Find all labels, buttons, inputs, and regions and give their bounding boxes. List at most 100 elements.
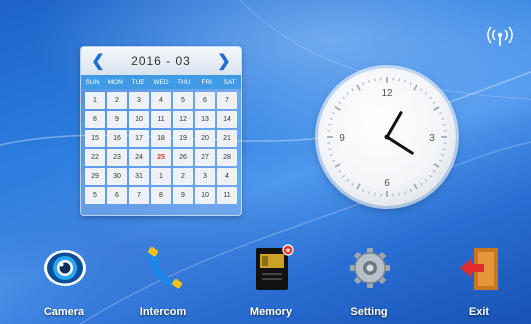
clock-tick xyxy=(424,92,428,95)
dock-label: Intercom xyxy=(139,306,187,318)
calendar-day[interactable]: 19 xyxy=(173,130,193,147)
calendar-day[interactable]: 22 xyxy=(85,149,105,166)
calendar-day-today[interactable]: 25 xyxy=(151,149,171,166)
dock-label: Memory xyxy=(249,306,293,318)
calendar-day[interactable]: 8 xyxy=(85,111,105,128)
clock-tick xyxy=(362,188,365,192)
calendar-day[interactable]: 7 xyxy=(129,187,149,204)
clock-tick xyxy=(409,188,412,192)
calendar-day[interactable]: 15 xyxy=(85,130,105,147)
weekday-label: SAT xyxy=(223,78,236,86)
calendar-day[interactable]: 1 xyxy=(151,168,171,185)
calendar-day[interactable]: 4 xyxy=(151,92,171,109)
calendar-day[interactable]: 5 xyxy=(85,187,105,204)
clock-numeral: 12 xyxy=(381,88,393,99)
clock-tick xyxy=(351,88,354,92)
weekday-label: MON xyxy=(107,78,123,86)
calendar-day[interactable]: 29 xyxy=(85,168,105,185)
weekday-label: FRI xyxy=(201,78,212,86)
dock-label: Exit xyxy=(468,306,490,318)
calendar-day[interactable]: 18 xyxy=(151,130,171,147)
calendar-day[interactable]: 9 xyxy=(107,111,127,128)
clock-tick xyxy=(442,124,446,126)
clock-tick xyxy=(398,192,400,196)
calendar-day[interactable]: 24 xyxy=(129,149,149,166)
calendar-day[interactable]: 13 xyxy=(195,111,215,128)
phone-handset-icon xyxy=(142,244,186,292)
clock-tick xyxy=(334,163,341,168)
app-dock: Camera Intercom ★ Memory Setting Exit xyxy=(0,240,531,324)
clock-tick xyxy=(328,148,332,150)
calendar-day[interactable]: 2 xyxy=(107,92,127,109)
calendar-day[interactable]: 12 xyxy=(173,111,193,128)
calendar-day[interactable]: 31 xyxy=(129,168,149,185)
chevron-left-icon[interactable]: ❮ xyxy=(91,51,105,71)
dock-item-intercom[interactable]: Intercom xyxy=(118,240,208,324)
calendar-day[interactable]: 9 xyxy=(173,187,193,204)
home-screen: ❮ 2016 - 03 ❯ SUN MON TUE WED THU FRI SAT 1234… xyxy=(0,0,531,324)
clock-tick xyxy=(374,192,376,196)
clock-tick xyxy=(342,174,345,178)
clock-tick xyxy=(404,191,406,195)
clock-tick xyxy=(432,170,436,173)
clock-tick xyxy=(433,106,440,111)
calendar-day[interactable]: 5 xyxy=(173,92,193,109)
clock-tick xyxy=(368,79,370,83)
calendar-day[interactable]: 7 xyxy=(217,92,237,109)
dock-item-exit[interactable]: Exit xyxy=(434,240,524,324)
calendar-day[interactable]: 28 xyxy=(217,149,237,166)
calendar-month-title: 2016 - 03 xyxy=(131,54,191,68)
calendar-day[interactable]: 11 xyxy=(217,187,237,204)
calendar-day[interactable]: 3 xyxy=(129,92,149,109)
calendar-day[interactable]: 8 xyxy=(151,187,171,204)
dock-item-setting[interactable]: Setting xyxy=(324,240,414,324)
dock-item-memory[interactable]: ★ Memory xyxy=(226,240,316,324)
calendar-date-grid: 1 2 3 4 5 6 7 8 9 10 11 12 13 14 15 16 17 18 19 20 21 22 23 24 2… xyxy=(81,89,241,207)
calendar-day[interactable]: 16 xyxy=(107,130,127,147)
clock-tick xyxy=(409,82,412,86)
calendar-day[interactable]: 11 xyxy=(151,111,171,128)
calendar-day[interactable]: 23 xyxy=(107,149,127,166)
calendar-day[interactable]: 6 xyxy=(195,92,215,109)
calendar-day[interactable]: 1 xyxy=(85,92,105,109)
clock-minute-hand xyxy=(385,111,403,139)
clock-tick xyxy=(420,182,423,186)
calendar-day[interactable]: 10 xyxy=(195,187,215,204)
calendar-day[interactable]: 26 xyxy=(173,149,193,166)
weekday-label: TUE xyxy=(131,78,145,86)
clock-tick xyxy=(329,118,333,120)
camera-eye-icon xyxy=(43,244,87,292)
calendar-day[interactable]: 2 xyxy=(173,168,193,185)
clock-tick xyxy=(329,154,333,156)
calendar-day[interactable]: 27 xyxy=(195,149,215,166)
calendar-day[interactable]: 17 xyxy=(129,130,149,147)
dock-label: Setting xyxy=(350,306,388,318)
calendar-day[interactable]: 21 xyxy=(217,130,237,147)
clock-center-pin xyxy=(384,134,390,140)
clock-numeral: 9 xyxy=(339,133,345,144)
clock-tick xyxy=(413,183,418,190)
weekday-label: THU xyxy=(177,78,191,86)
clock-tick xyxy=(438,112,442,115)
weekday-label: WED xyxy=(153,78,169,86)
calendar-day[interactable]: 30 xyxy=(107,168,127,185)
calendar-widget: ❮ 2016 - 03 ❯ SUN MON TUE WED THU FRI SAT 1234… xyxy=(80,46,242,216)
clock-tick xyxy=(346,179,350,182)
calendar-day[interactable]: 6 xyxy=(107,187,127,204)
clock-tick xyxy=(404,79,406,83)
calendar-day[interactable]: 14 xyxy=(217,111,237,128)
weekday-label: SUN xyxy=(85,78,100,86)
clock-tick xyxy=(328,124,332,126)
calendar-day[interactable]: 20 xyxy=(195,130,215,147)
clock-tick xyxy=(346,92,350,95)
calendar-day[interactable]: 4 xyxy=(217,168,237,185)
calendar-day[interactable]: 3 xyxy=(195,168,215,185)
clock-tick xyxy=(438,159,442,162)
calendar-day[interactable]: 10 xyxy=(129,111,149,128)
clock-tick xyxy=(362,82,365,86)
clock-tick xyxy=(429,174,432,178)
chevron-right-icon[interactable]: ❯ xyxy=(217,51,231,71)
svg-text:★: ★ xyxy=(285,247,291,255)
dock-item-camera[interactable]: Camera xyxy=(19,240,109,324)
clock-tick xyxy=(338,101,342,104)
